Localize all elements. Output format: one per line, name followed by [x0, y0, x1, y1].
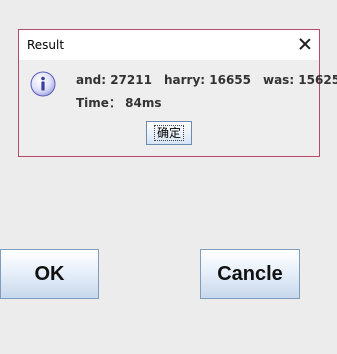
message-line-counts: and: 27211 harry: 16655 was: 15625 [76, 73, 337, 87]
cancel-button[interactable]: Cancle [200, 249, 300, 299]
info-icon [30, 71, 56, 97]
result-dialog: Result and: 27211 harry: 16655 was: 15625 … [18, 29, 337, 157]
count-harry: harry: 16655 [163, 73, 251, 87]
close-icon[interactable] [299, 38, 311, 50]
count-was: was: 15625 [263, 73, 337, 87]
confirm-button[interactable]: 确定 [146, 121, 192, 145]
dialog-title: Result [27, 38, 65, 52]
confirm-button-label: 确定 [153, 125, 184, 141]
dialog-titlebar[interactable]: Result [19, 30, 319, 60]
count-and: and: 27211 [76, 73, 152, 87]
message-line-time: Time： 84ms [76, 96, 162, 110]
ok-button[interactable]: OK [0, 249, 99, 299]
